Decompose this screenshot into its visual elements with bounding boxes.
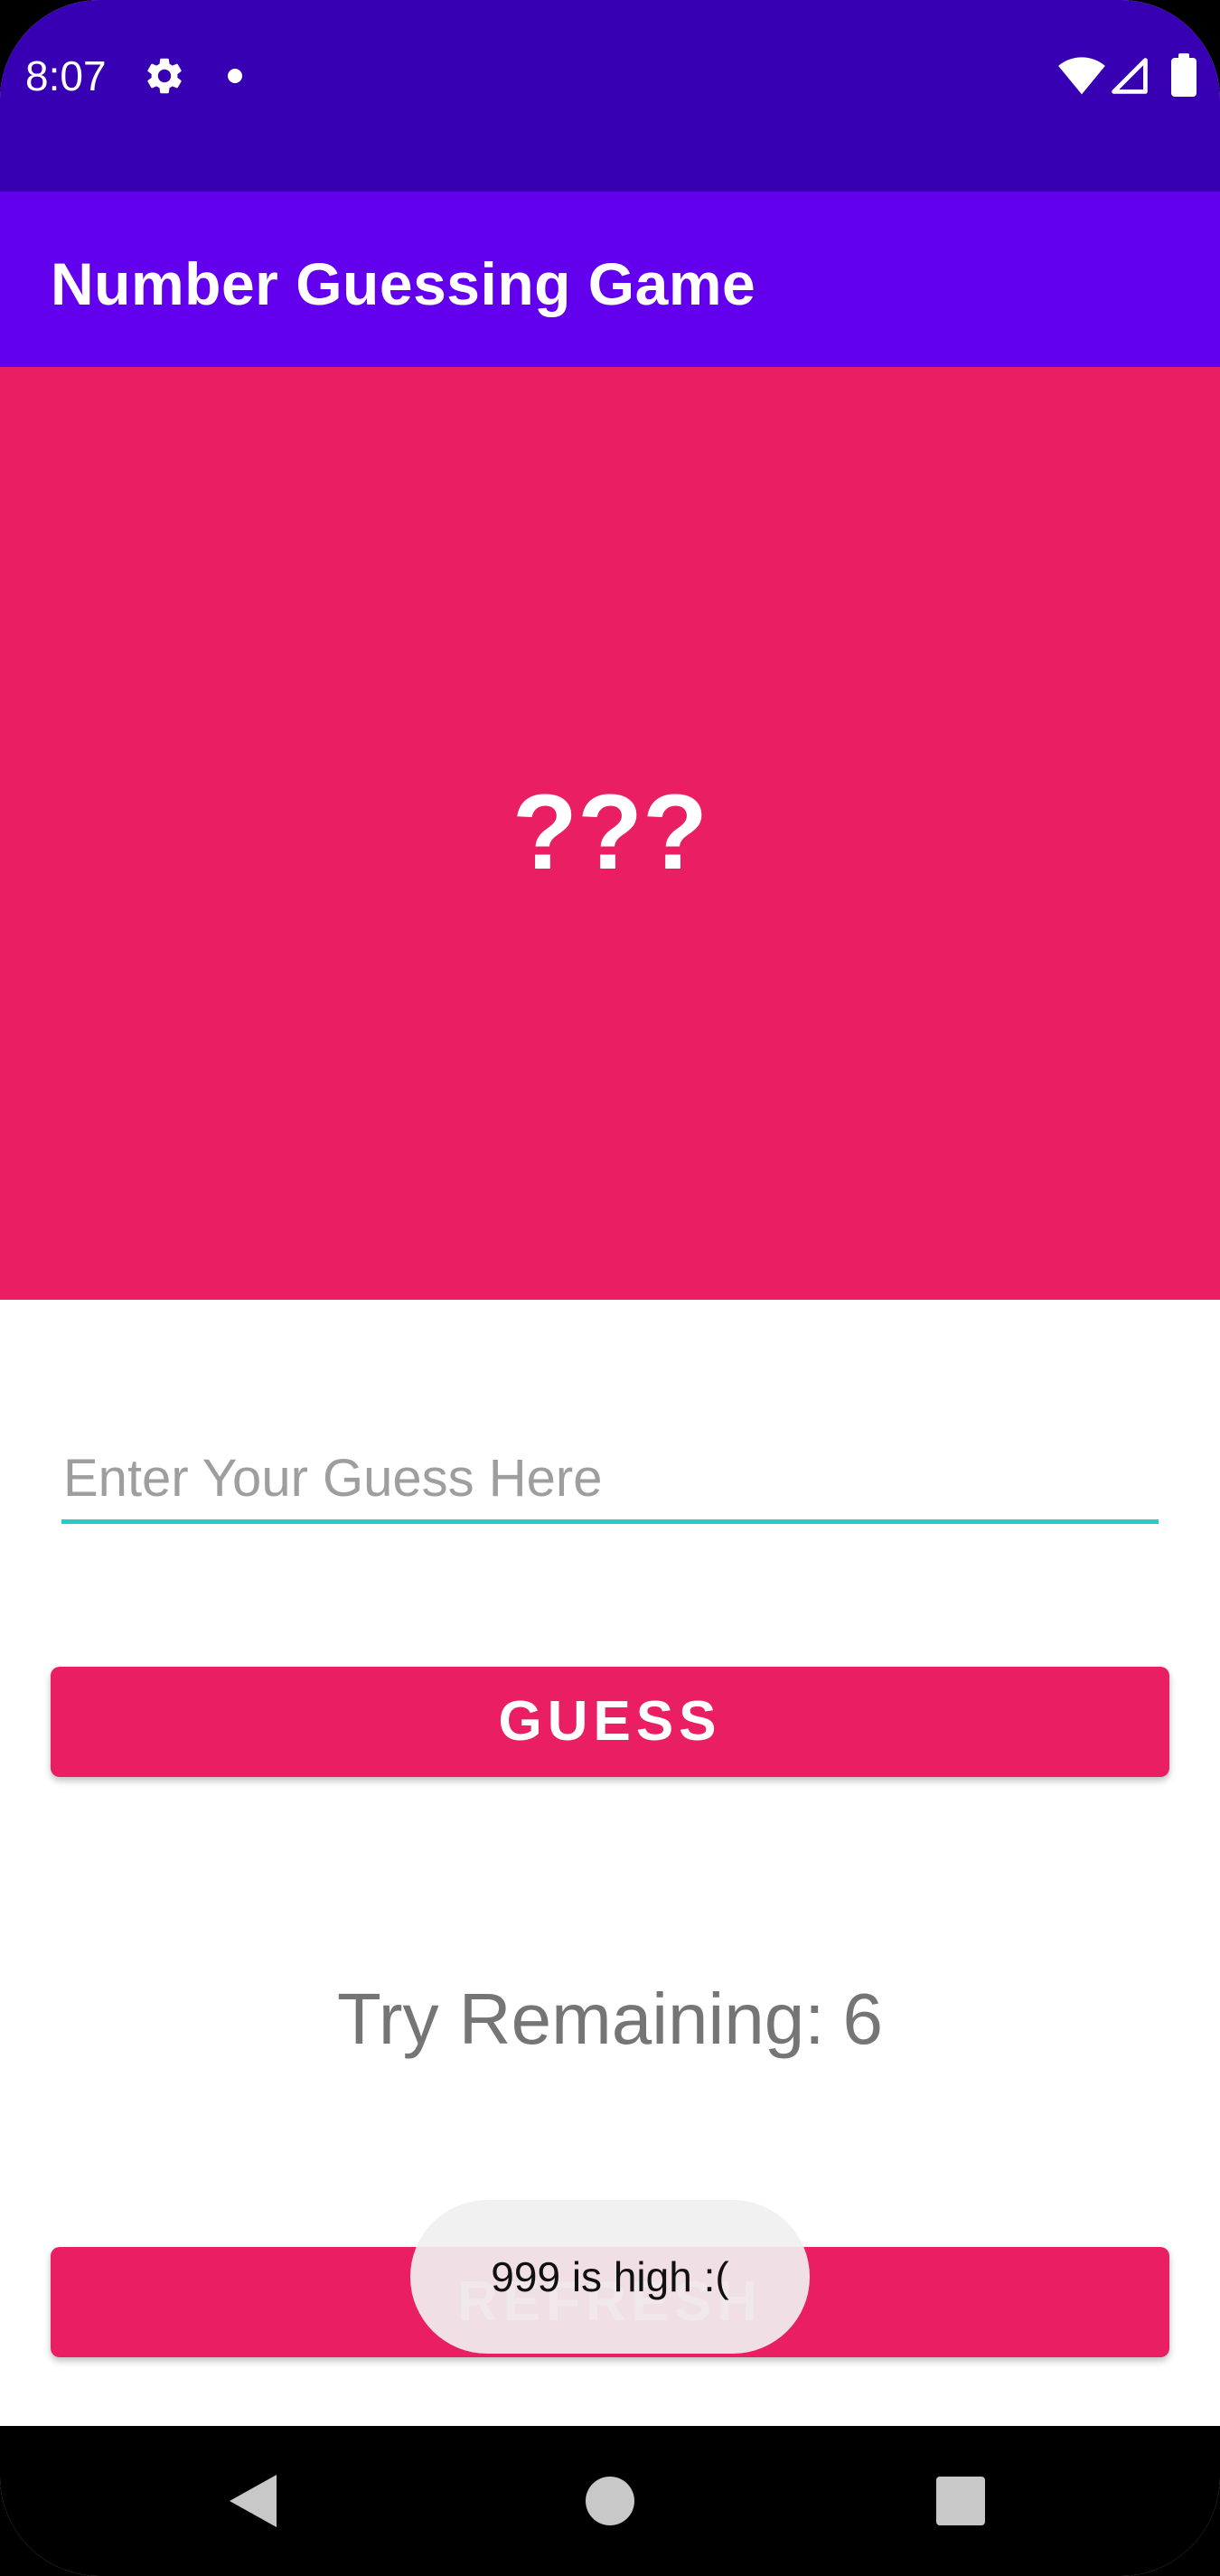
status-bar: 8:07 (0, 0, 1220, 192)
home-icon[interactable] (586, 2477, 634, 2525)
tries-count: 6 (842, 1979, 883, 2059)
guess-button[interactable]: GUESS (51, 1667, 1169, 1777)
battery-icon (1171, 53, 1197, 97)
app-bar: Number Guessing Game (0, 192, 1220, 367)
signal-icon (1112, 58, 1148, 94)
phone-screen: 8:07 Number Guessing Game ??? GUESS Try … (0, 0, 1220, 2576)
recents-icon[interactable] (936, 2477, 985, 2525)
secret-number-panel: ??? (0, 367, 1220, 1300)
app-title: Number Guessing Game (51, 250, 756, 317)
tries-label: Try Remaining: (337, 1979, 825, 2059)
toast-message: 999 is high :( (410, 2200, 810, 2354)
tries-remaining: Try Remaining: 6 (0, 1976, 1220, 2063)
secret-number-text: ??? (511, 773, 709, 892)
wifi-icon (1058, 57, 1105, 95)
dot-icon (228, 69, 242, 83)
gear-icon (147, 58, 182, 94)
back-icon[interactable] (230, 2475, 277, 2527)
guess-input[interactable] (61, 1437, 1159, 1524)
navigation-bar (0, 2426, 1220, 2576)
status-time: 8:07 (25, 52, 107, 99)
